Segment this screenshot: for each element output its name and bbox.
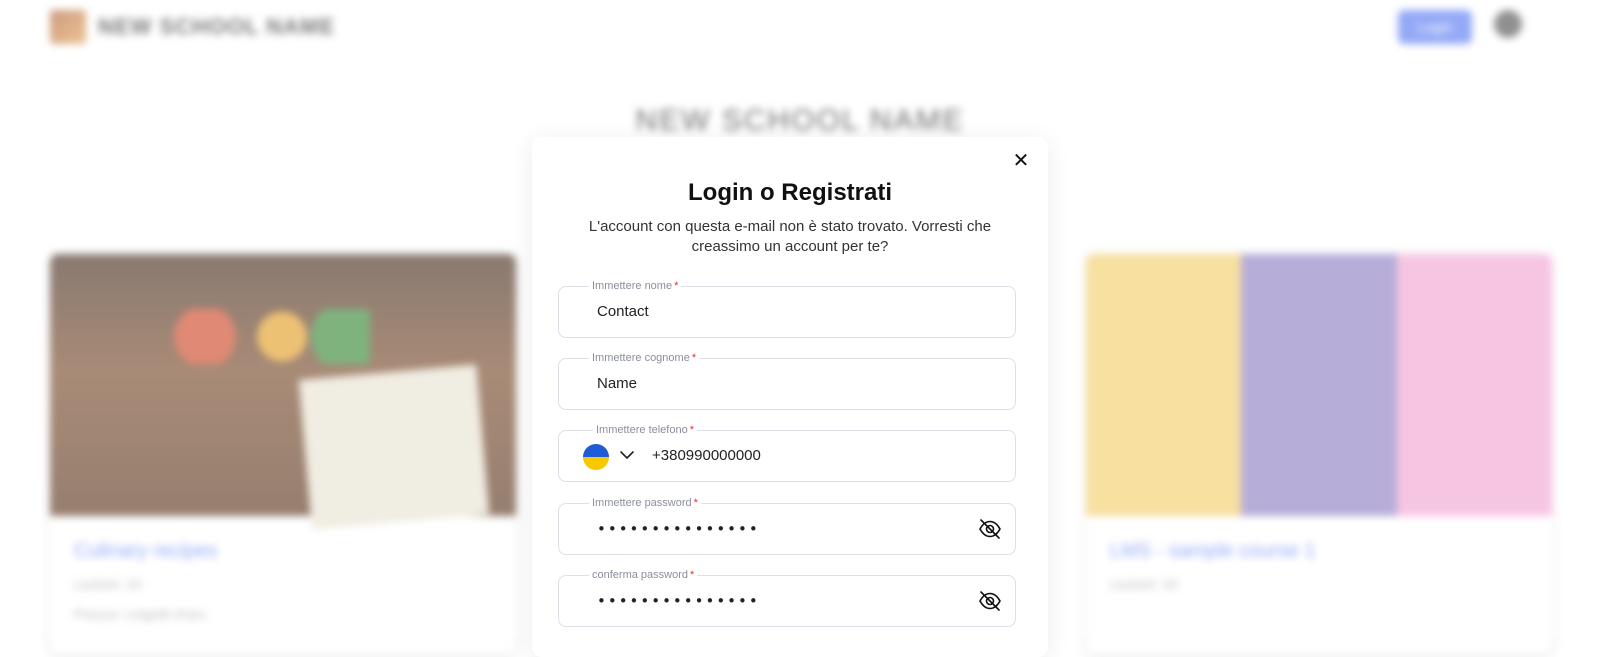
chevron-down-icon[interactable] [619,447,635,463]
first-name-field[interactable]: Immettere nome * [558,279,1016,338]
dialog-description: L'account con questa e-mail non è stato … [588,218,992,255]
login-register-dialog: ✕ Login o Registrati L'account con quest… [532,137,1048,657]
eye-off-icon[interactable] [977,589,1003,613]
password-input[interactable] [597,504,957,554]
ukraine-flag-icon[interactable] [583,444,609,470]
confirm-password-input[interactable] [597,576,957,626]
phone-field[interactable]: Immettere telefono * [558,423,1016,482]
password-field[interactable]: Immettere password * [558,496,1016,555]
confirm-password-field[interactable]: conferma password * [558,568,1016,627]
eye-off-icon[interactable] [977,517,1003,541]
last-name-input[interactable] [597,359,957,409]
last-name-field[interactable]: Immettere cognome * [558,351,1016,410]
first-name-input[interactable] [597,287,957,337]
dialog-title: Login o Registrati [688,179,892,206]
phone-input[interactable] [652,431,982,481]
close-icon[interactable]: ✕ [1010,149,1032,171]
